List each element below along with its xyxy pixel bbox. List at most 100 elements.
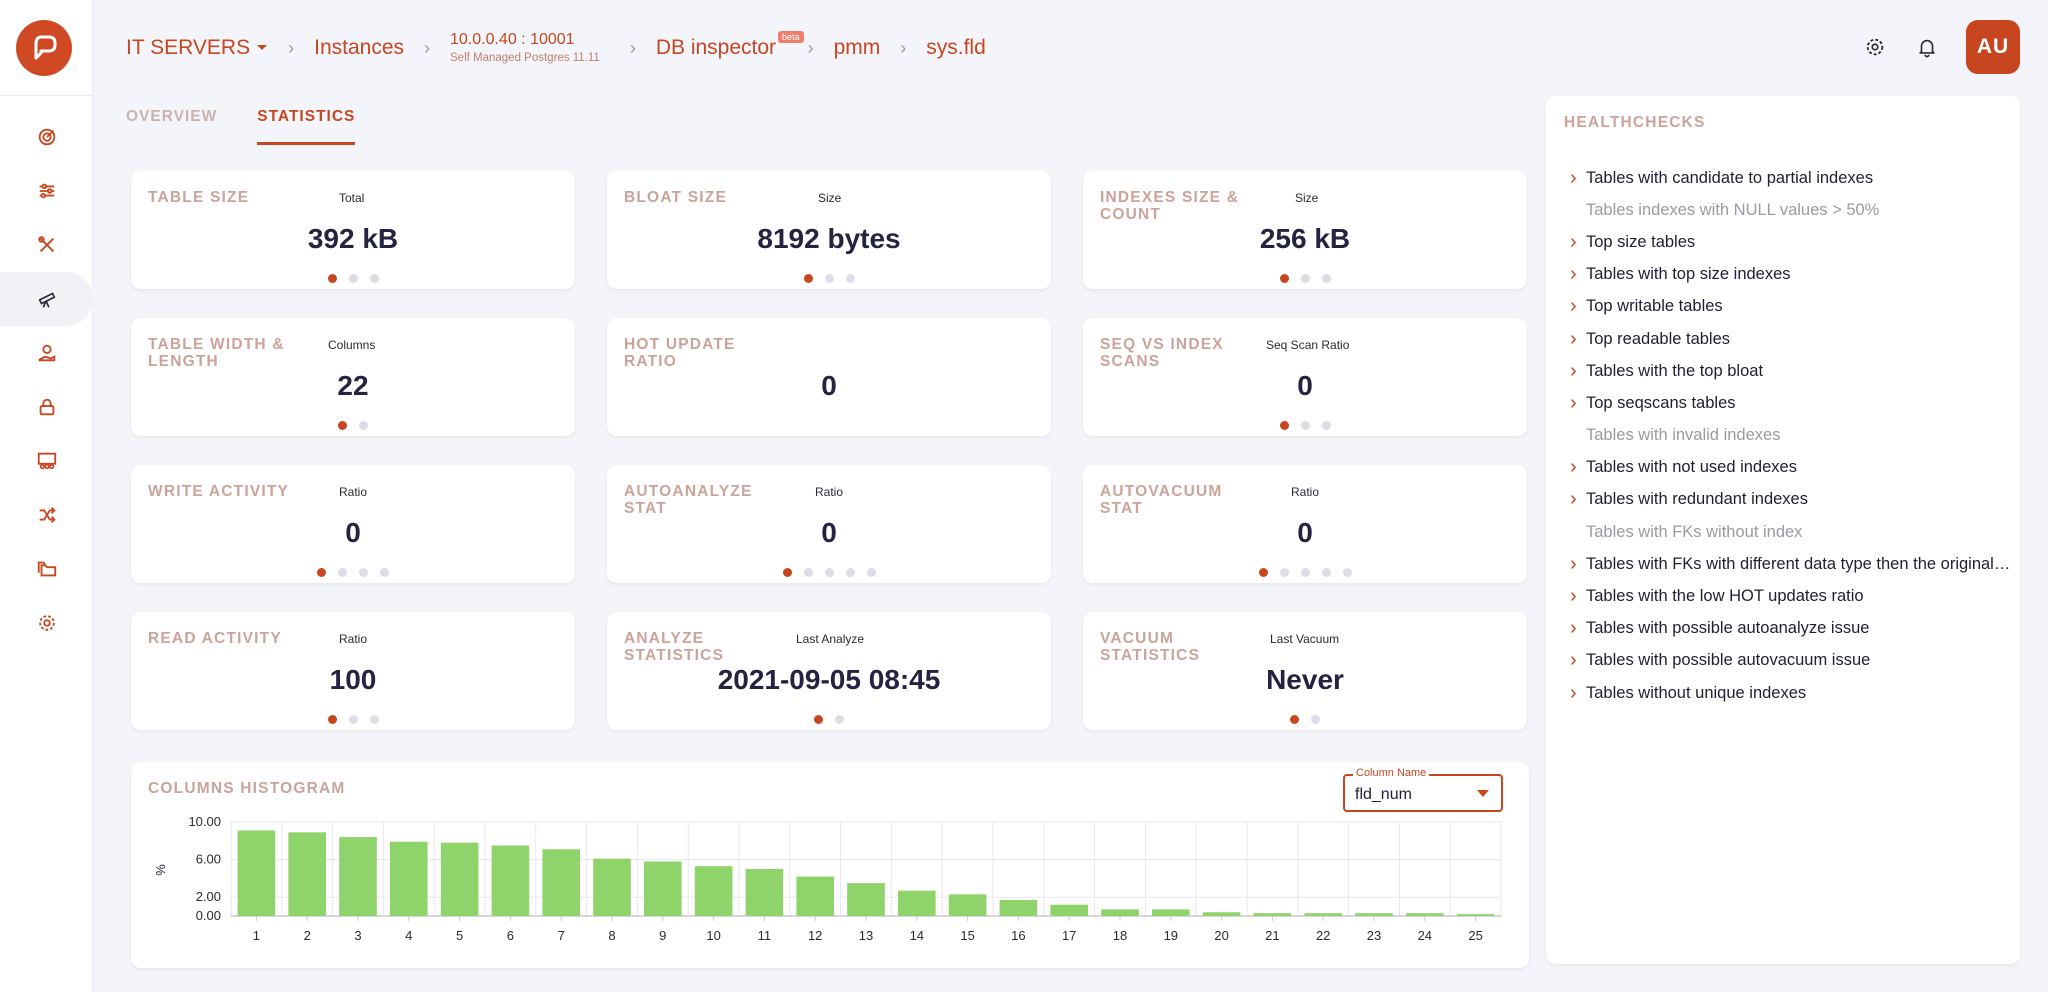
breadcrumb-inspector[interactable]: DB inspector beta (656, 31, 804, 60)
nav-item-settings-sliders[interactable] (0, 164, 93, 218)
pager-dot[interactable] (380, 568, 389, 577)
pager-dot[interactable] (1311, 715, 1320, 724)
nav-item-tools[interactable] (0, 218, 93, 272)
columns-histogram-card: COLUMNS HISTOGRAM Column Name fld_num 10… (131, 762, 1529, 968)
pager-dot[interactable] (782, 568, 792, 577)
nav-item-dashboard[interactable] (0, 110, 93, 164)
pager-dot[interactable] (1300, 421, 1310, 430)
y-tick-label: 0.00 (196, 908, 221, 923)
breadcrumb-server[interactable]: IT SERVERS (126, 36, 268, 60)
healthcheck-item[interactable]: › Tables with top size indexes (1546, 259, 2020, 291)
breadcrumb: IT SERVERS › Instances › 10.0.0.40 : 100… (126, 28, 986, 68)
x-tick-label: 13 (859, 928, 873, 943)
x-tick-label: 4 (405, 928, 412, 943)
card-value: 8192 bytes (757, 223, 901, 254)
pager-dot[interactable] (1321, 274, 1331, 283)
settings-button[interactable] (1862, 34, 1888, 60)
healthcheck-item[interactable]: › Tables with possible autovacuum issue (1546, 645, 2020, 677)
pager-dot[interactable] (348, 715, 358, 724)
pager-dot[interactable] (803, 274, 813, 283)
chevron-right-icon: › (1570, 552, 1577, 575)
histogram-bar (1152, 909, 1190, 916)
card-title: BLOAT SIZE (624, 189, 727, 206)
breadcrumb-instances[interactable]: Instances (314, 36, 404, 60)
stat-card-hot-update-ratio: HOT UPDATE RATIO 0 (607, 318, 1051, 436)
pager-dot[interactable] (359, 568, 368, 577)
pager-dot[interactable] (814, 715, 823, 724)
card-title: AUTOVACUUM STAT (1100, 483, 1223, 517)
pager-dot[interactable] (1279, 568, 1289, 577)
histogram-bar (898, 890, 936, 916)
healthcheck-item[interactable]: › Tables with the top bloat (1546, 355, 2020, 387)
card-subtitle: Size (1295, 191, 1319, 205)
pager-dot[interactable] (845, 568, 855, 577)
breadcrumb-host-label: 10.0.0.40 : 10001 (450, 31, 575, 49)
pager-dot[interactable] (338, 421, 347, 430)
healthcheck-item[interactable]: › Tables with not used indexes (1546, 452, 2020, 484)
pager-dot[interactable] (1279, 274, 1289, 283)
healthcheck-item[interactable]: › Tables without unique indexes (1546, 677, 2020, 709)
healthcheck-item[interactable]: › Tables with candidate to partial indexe… (1546, 162, 2020, 194)
tab-statistics[interactable]: STATISTICS (257, 108, 356, 145)
x-tick-label: 23 (1367, 928, 1381, 943)
chevron-right-icon: › (807, 37, 814, 58)
nav-item-team[interactable] (0, 434, 93, 488)
tab-overview[interactable]: OVERVIEW (126, 108, 217, 145)
pager-dot[interactable] (866, 568, 876, 577)
app-logo[interactable] (16, 20, 72, 76)
healthcheck-label: Tables indexes with NULL values > 50% (1586, 200, 1880, 219)
pager-dot[interactable] (1300, 274, 1310, 283)
pager-dot[interactable] (1258, 568, 1268, 577)
nav-item-projects[interactable] (0, 542, 93, 596)
healthcheck-label: Tables with the low HOT updates ratio (1586, 587, 1864, 606)
healthcheck-item[interactable]: › Top seqscans tables (1546, 387, 2020, 419)
nav-item-security[interactable] (0, 380, 93, 434)
nav-item-settings[interactable] (0, 596, 93, 650)
pager-dot[interactable] (327, 715, 337, 724)
pager-dot[interactable] (803, 568, 813, 577)
healthcheck-item[interactable]: › Tables with redundant indexes (1546, 484, 2020, 516)
card-value: 256 kB (1259, 223, 1351, 254)
nav-item-integrations[interactable] (0, 488, 93, 542)
pager-dot[interactable] (845, 274, 855, 283)
pager-dot[interactable] (369, 274, 379, 283)
card-title: VACUUM STATISTICS (1100, 630, 1201, 664)
pager-dot[interactable] (327, 274, 337, 283)
pager-dot[interactable] (1321, 568, 1331, 577)
card-pager (607, 274, 1051, 283)
histogram-bar (1406, 913, 1444, 916)
healthcheck-item[interactable]: › Tables with possible autoanalyze issue (1546, 613, 2020, 645)
healthcheck-item[interactable]: › Top size tables (1546, 226, 2020, 258)
breadcrumb-database[interactable]: pmm (834, 36, 881, 60)
pager-dot[interactable] (1300, 568, 1310, 577)
pager-dot[interactable] (835, 715, 844, 724)
chevron-right-icon: › (1570, 585, 1577, 608)
pager-dot[interactable] (317, 568, 326, 577)
pager-dot[interactable] (359, 421, 368, 430)
healthcheck-item[interactable]: › Top writable tables (1546, 291, 2020, 323)
pager-dot[interactable] (1321, 421, 1331, 430)
healthcheck-item[interactable]: › Top readable tables (1546, 323, 2020, 355)
histogram-bar (288, 832, 326, 916)
user-avatar[interactable]: AU (1966, 20, 2020, 74)
healthcheck-item[interactable]: › Tables with FKs with different data typ… (1546, 548, 2020, 580)
pager-dot[interactable] (1342, 568, 1352, 577)
card-value: 22 (337, 370, 369, 401)
pager-dot[interactable] (1279, 421, 1289, 430)
pager-dot[interactable] (338, 568, 347, 577)
pager-dot[interactable] (824, 274, 834, 283)
card-pager (1083, 715, 1527, 724)
stat-card-autoanalyze: AUTOANALYZE STAT Ratio 0 (607, 465, 1051, 583)
pager-dot[interactable] (824, 568, 834, 577)
healthcheck-item[interactable]: › Tables with the low HOT updates ratio (1546, 580, 2020, 612)
chevron-right-icon: › (1570, 230, 1577, 253)
tools-icon (37, 236, 54, 253)
pager-dot[interactable] (369, 715, 379, 724)
pager-dot[interactable] (348, 274, 358, 283)
breadcrumb-host[interactable]: 10.0.0.40 : 10001 Self Managed Postgres … (450, 31, 600, 64)
pager-dot[interactable] (1290, 715, 1299, 724)
nav-item-inspector[interactable] (0, 272, 93, 326)
card-value: 392 kB (307, 223, 399, 254)
notifications-button[interactable] (1914, 34, 1940, 60)
nav-item-billing[interactable] (0, 326, 93, 380)
